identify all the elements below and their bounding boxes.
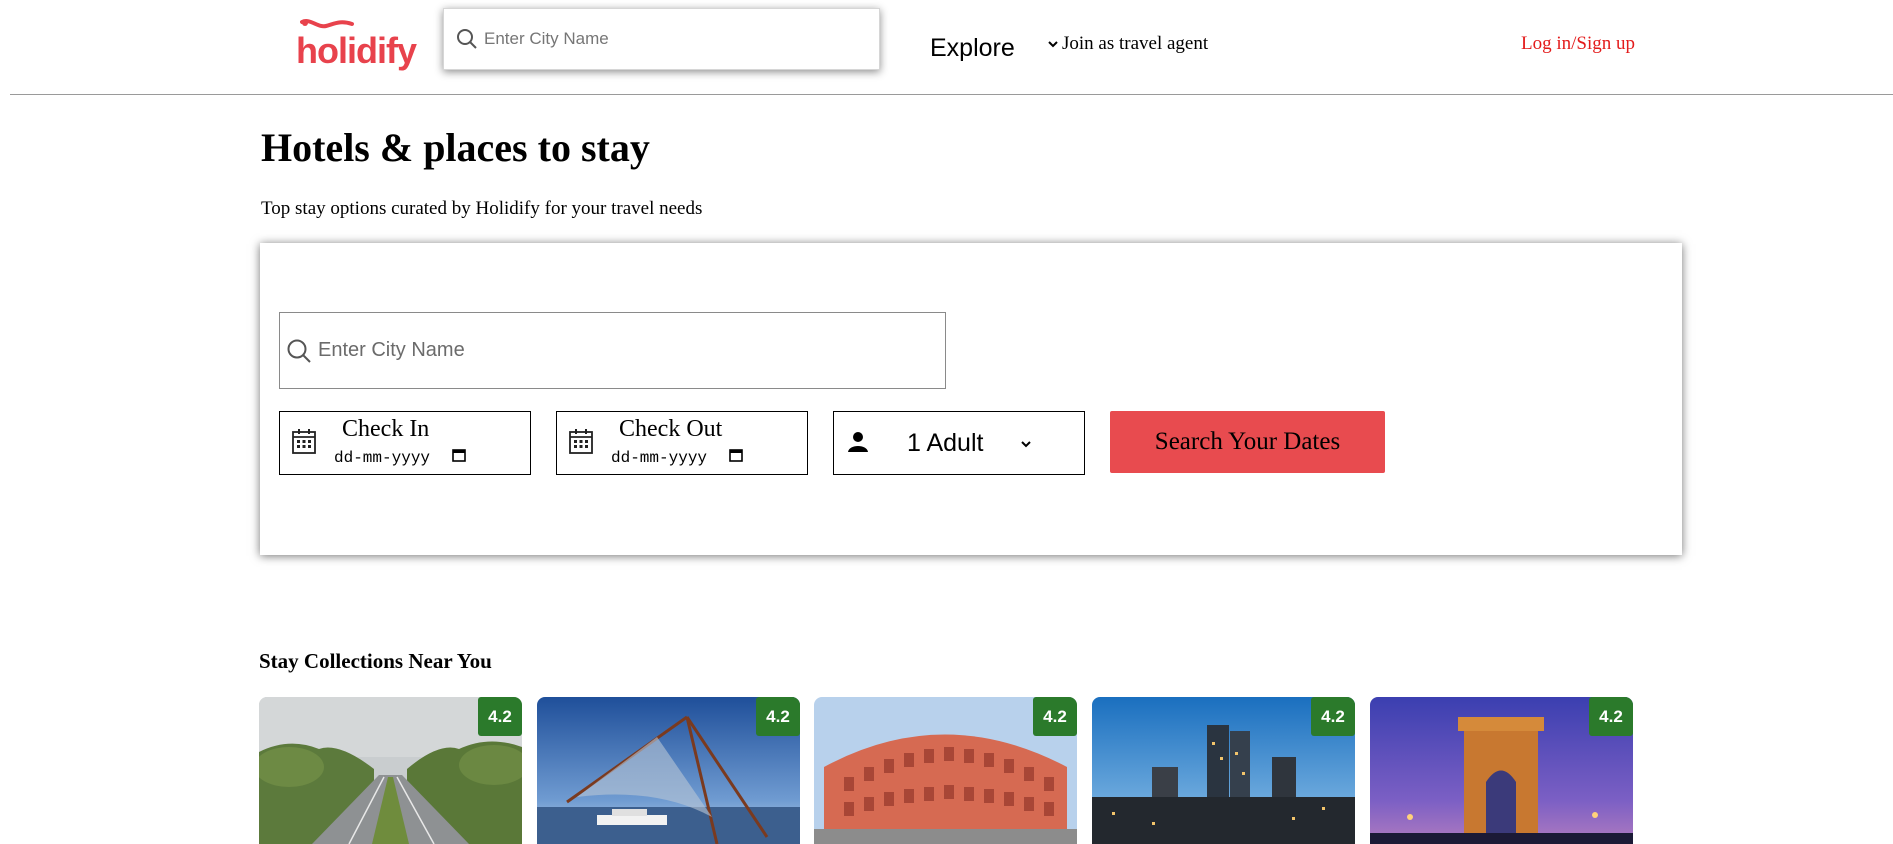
calendar-icon xyxy=(568,427,594,460)
check-out-label: Check Out xyxy=(619,416,723,442)
calendar-icon xyxy=(291,427,317,460)
collection-card[interactable]: 4.2 xyxy=(259,697,522,844)
collection-card[interactable]: 4.2 xyxy=(1370,697,1633,844)
chevron-down-icon xyxy=(1019,437,1033,455)
guests-dropdown[interactable]: 1 Adult xyxy=(833,411,1085,475)
rating-badge: 4.2 xyxy=(1311,697,1355,736)
page-subtitle: Top stay options curated by Holidify for… xyxy=(261,198,703,219)
stay-collections-title: Stay Collections Near You xyxy=(259,649,492,673)
check-in-field[interactable]: Check In dd-mm-yyyy xyxy=(279,411,531,475)
chevron-down-icon xyxy=(1047,33,1059,55)
search-dates-button[interactable]: Search Your Dates xyxy=(1110,411,1385,473)
collection-card[interactable]: 4.2 xyxy=(814,697,1077,844)
login-signup-link[interactable]: Log in/Sign up xyxy=(1521,33,1635,55)
collection-card[interactable]: 4.2 xyxy=(537,697,800,844)
calendar-picker-icon[interactable] xyxy=(452,448,466,467)
page-title: Hotels & places to stay xyxy=(261,125,650,170)
nav-join-agent-link[interactable]: Join as travel agent xyxy=(1047,33,1208,55)
check-out-date-value: dd-mm-yyyy xyxy=(611,448,708,467)
check-in-label: Check In xyxy=(342,416,430,442)
search-icon xyxy=(456,28,478,55)
holidify-logo[interactable]: holidify xyxy=(296,18,417,72)
check-out-field[interactable]: Check Out dd-mm-yyyy xyxy=(556,411,808,475)
rating-badge: 4.2 xyxy=(1033,697,1077,736)
header-search-box[interactable] xyxy=(443,8,880,70)
hotel-search-card: Check In dd-mm-yyyy Check Out dd-mm-yyyy xyxy=(260,243,1682,555)
check-out-date-input[interactable]: dd-mm-yyyy xyxy=(611,448,743,467)
rating-badge: 4.2 xyxy=(1589,697,1633,736)
calendar-picker-icon[interactable] xyxy=(729,448,743,467)
nav-explore-link[interactable]: Explore xyxy=(930,34,1015,63)
search-icon xyxy=(286,338,312,369)
logo-text: holidify xyxy=(296,30,417,71)
city-search-input[interactable] xyxy=(318,335,928,365)
check-in-date-value: dd-mm-yyyy xyxy=(334,448,431,467)
nav-join-agent-label: Join as travel agent xyxy=(1062,33,1209,54)
check-in-date-input[interactable]: dd-mm-yyyy xyxy=(334,448,466,467)
rating-badge: 4.2 xyxy=(478,697,522,736)
person-icon xyxy=(847,431,869,458)
rating-badge: 4.2 xyxy=(756,697,800,736)
guests-value: 1 Adult xyxy=(907,429,984,457)
collection-card[interactable]: 4.2 xyxy=(1092,697,1355,844)
header-search-input[interactable] xyxy=(484,26,864,52)
city-search-field[interactable] xyxy=(279,312,946,389)
header-divider xyxy=(10,94,1893,95)
